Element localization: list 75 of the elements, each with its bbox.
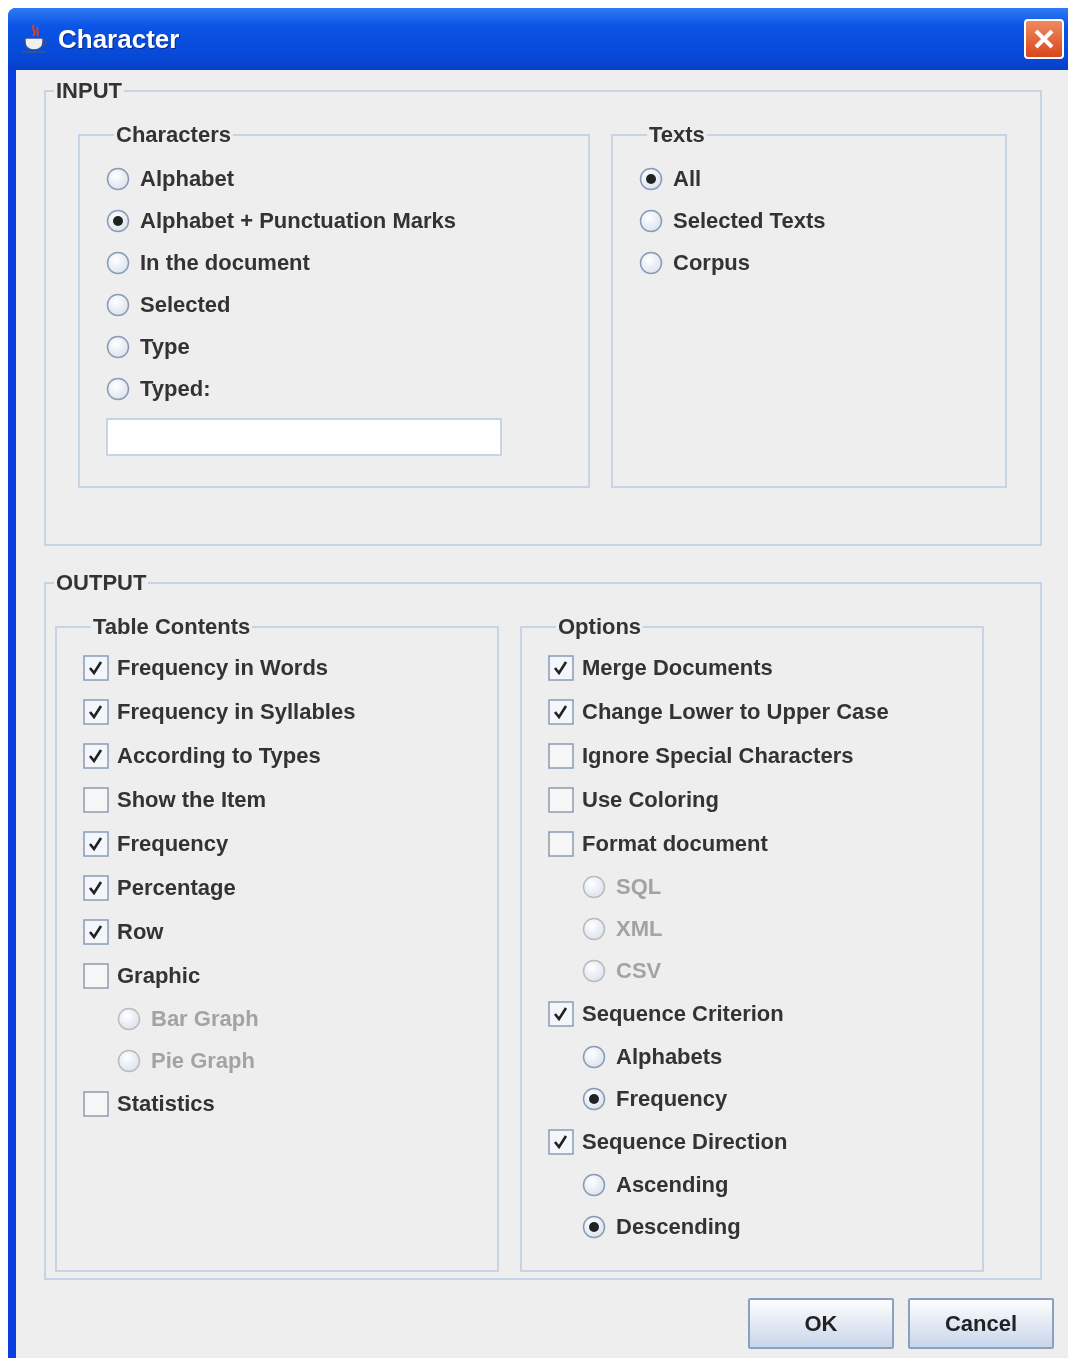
section-title: OUTPUT <box>55 570 148 596</box>
checkbox-label: Frequency in Words <box>117 655 329 681</box>
radio-label: CSV <box>616 958 662 984</box>
group-title: Options <box>557 614 643 640</box>
radio-label: Selected Texts <box>673 208 826 234</box>
checkbox[interactable] <box>548 655 574 681</box>
radio-button[interactable] <box>106 167 130 191</box>
radio-button[interactable] <box>582 1087 606 1111</box>
window-title: Character <box>58 23 181 55</box>
radio-button[interactable] <box>639 209 663 233</box>
checkbox-label: Frequency <box>117 831 229 857</box>
checkbox-label: Sequence Criterion <box>582 1001 784 1027</box>
checkbox[interactable] <box>83 963 109 989</box>
checkbox[interactable] <box>548 1001 574 1027</box>
checkbox[interactable] <box>548 831 574 857</box>
checkbox[interactable] <box>548 743 574 769</box>
checkbox[interactable] <box>83 831 109 857</box>
radio-label: All <box>673 166 702 192</box>
radio-button[interactable] <box>106 335 130 359</box>
checkbox[interactable] <box>83 743 109 769</box>
checkbox[interactable] <box>83 875 109 901</box>
checkbox-label: Percentage <box>117 875 236 901</box>
checkbox[interactable] <box>548 699 574 725</box>
radio-button[interactable] <box>582 1045 606 1069</box>
radio-button[interactable] <box>106 293 130 317</box>
checkbox[interactable] <box>83 1091 109 1117</box>
radio-label: In the document <box>140 250 310 276</box>
checkbox-label: Graphic <box>117 963 201 989</box>
section-title: INPUT <box>55 78 123 104</box>
checkbox-label: Use Coloring <box>582 787 719 813</box>
radio-button[interactable] <box>639 251 663 275</box>
radio-label: Alphabets <box>616 1044 723 1070</box>
radio-label: XML <box>616 916 663 942</box>
radio-label: Ascending <box>616 1172 729 1198</box>
checkbox[interactable] <box>83 919 109 945</box>
checkbox-label: Row <box>117 919 164 945</box>
dialog-button[interactable]: OK <box>748 1298 894 1349</box>
radio-button[interactable] <box>639 167 663 191</box>
radio-button[interactable] <box>106 209 130 233</box>
radio-label: Frequency <box>616 1086 728 1112</box>
radio-button[interactable] <box>582 1173 606 1197</box>
checkbox-label: Statistics <box>117 1091 215 1117</box>
input-field[interactable] <box>106 418 502 456</box>
checkbox[interactable] <box>548 1129 574 1155</box>
checkbox-label: Change Lower to Upper Case <box>582 699 889 725</box>
radio-button[interactable] <box>582 1215 606 1239</box>
radio-label: Type <box>140 334 190 360</box>
radio-label: Pie Graph <box>151 1048 255 1074</box>
radio-label: Selected <box>140 292 231 318</box>
group-title: Table Contents <box>92 614 252 640</box>
radio-button[interactable] <box>106 377 130 401</box>
group-title: Texts <box>648 122 706 148</box>
radio-label: Typed: <box>140 376 211 402</box>
radio-label: Alphabet <box>140 166 235 192</box>
checkbox[interactable] <box>83 787 109 813</box>
checkbox-label: According to Types <box>117 743 321 769</box>
dialog-button[interactable]: Cancel <box>908 1298 1054 1349</box>
radio-button[interactable] <box>106 251 130 275</box>
radio-label: Descending <box>616 1214 741 1240</box>
checkbox[interactable] <box>548 787 574 813</box>
close-button[interactable] <box>1024 19 1064 59</box>
checkbox-label: Merge Documents <box>582 655 773 681</box>
checkbox-label: Show the Item <box>117 787 267 813</box>
radio-label: SQL <box>616 874 662 900</box>
group-title: Characters <box>115 122 232 148</box>
coffee-cup-icon <box>20 23 50 55</box>
checkbox[interactable] <box>83 699 109 725</box>
checkbox[interactable] <box>83 655 109 681</box>
checkbox-label: Format document <box>582 831 768 857</box>
radio-label: Alphabet + Punctuation Marks <box>140 208 456 234</box>
radio-label: Bar Graph <box>151 1006 259 1032</box>
checkbox-label: Sequence Direction <box>582 1129 788 1155</box>
checkbox-label: Frequency in Syllables <box>117 699 356 725</box>
radio-label: Corpus <box>673 250 750 276</box>
checkbox-label: Ignore Special Characters <box>582 743 854 769</box>
